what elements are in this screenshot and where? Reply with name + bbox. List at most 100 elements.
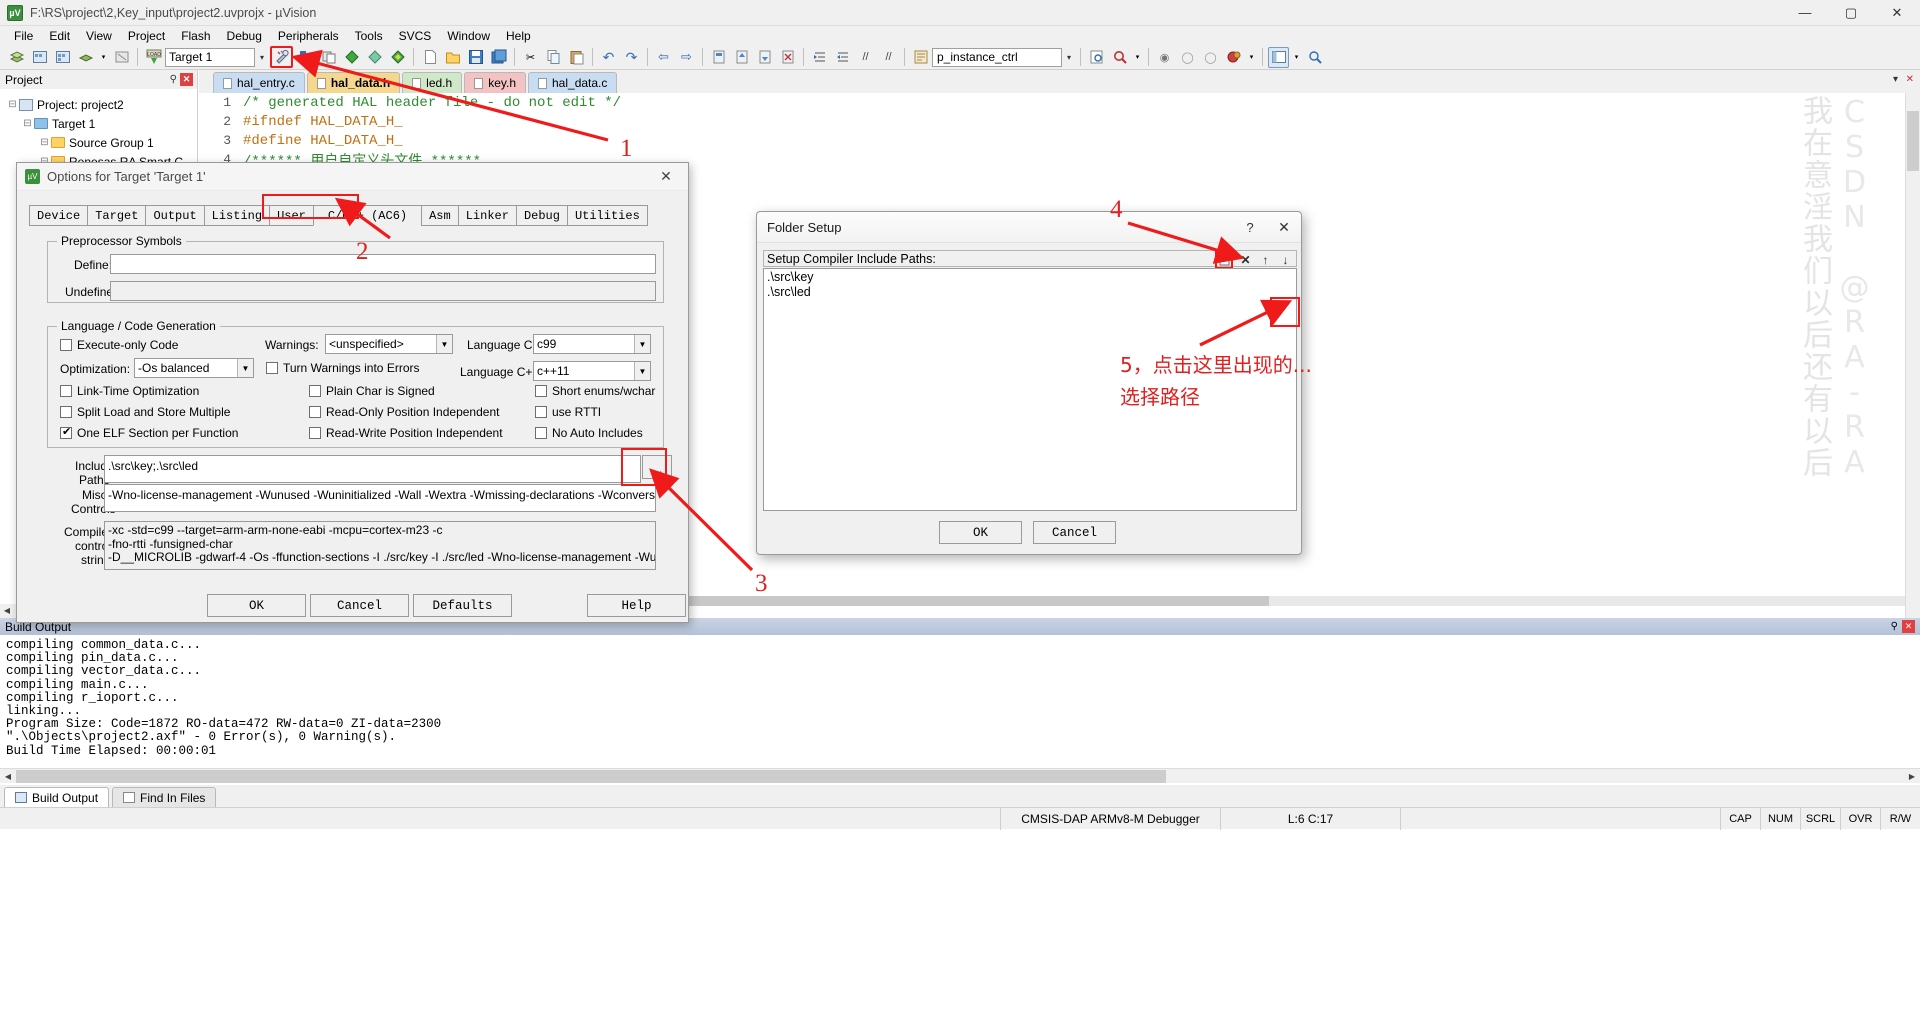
define-input[interactable] [110, 254, 656, 274]
download-icon[interactable]: LOAD [143, 47, 164, 68]
tab-utilities[interactable]: Utilities [566, 205, 648, 226]
bp-kill-all-icon[interactable]: ◯ [1200, 47, 1221, 68]
menu-item-edit[interactable]: Edit [41, 27, 78, 45]
checkbox-read-write-position-independent[interactable] [309, 427, 321, 439]
bookmark-toggle-icon[interactable] [708, 47, 729, 68]
menu-item-debug[interactable]: Debug [219, 27, 270, 45]
checkbox-use-rtti[interactable] [535, 406, 547, 418]
editor-vertical-scrollbar[interactable] [1905, 93, 1920, 618]
target-combo[interactable]: Target 1 [165, 47, 255, 67]
editor-tab-hal-data-h[interactable]: hal_data.h [306, 72, 401, 93]
warnings-select[interactable]: <unspecified> ▼ [325, 334, 453, 354]
bookmark-clear-icon[interactable] [777, 47, 798, 68]
multi-diamond-icon[interactable] [387, 47, 408, 68]
language-cpp-select[interactable]: c++11 ▼ [533, 361, 651, 381]
menu-item-window[interactable]: Window [439, 27, 498, 45]
redo-icon[interactable]: ↷ [621, 47, 642, 68]
tree-expander[interactable]: ⊟ [6, 99, 19, 110]
build-output-scrollbar[interactable]: ◀ ▶ [0, 768, 1920, 783]
tree-expander[interactable]: ⊟ [21, 118, 34, 129]
options-for-target-icon[interactable] [270, 46, 293, 68]
editor-tab-key-h[interactable]: key.h [464, 72, 526, 93]
move-down-icon[interactable]: ↓ [1278, 252, 1293, 268]
chevron-down-icon[interactable]: ▼ [634, 335, 650, 353]
checkbox-plain-char-is-signed[interactable] [309, 385, 321, 397]
instance-combo-arrow[interactable]: ▾ [1062, 48, 1076, 67]
find-options-icon[interactable]: ▾ [1132, 47, 1143, 68]
green-diamond-icon[interactable] [341, 47, 362, 68]
tab-device[interactable]: Device [29, 205, 89, 226]
misc-controls-input[interactable]: -Wno-license-management -Wunused -Wunini… [104, 484, 656, 512]
folder-setup-ok-button[interactable]: OK [939, 521, 1022, 544]
new-file-icon[interactable] [419, 47, 440, 68]
list-item[interactable]: .\src\key [767, 270, 1296, 285]
tab-listing[interactable]: Listing [203, 205, 271, 226]
optimization-select[interactable]: -Os balanced ▼ [134, 358, 254, 378]
checkbox-short-enums-wchar[interactable] [535, 385, 547, 397]
options-help-button[interactable]: Help [587, 594, 686, 617]
help-icon[interactable]: ? [1233, 220, 1267, 235]
project-panel-close-button[interactable]: ✕ [180, 73, 193, 86]
bp-disable-icon[interactable]: ◯ [1177, 47, 1198, 68]
configuration-wizard-icon[interactable] [1304, 47, 1325, 68]
checkbox-no-auto-includes[interactable] [535, 427, 547, 439]
build-icon[interactable] [6, 47, 27, 68]
insert-bookmark-icon[interactable]: ◉ [1154, 47, 1175, 68]
batch-build-icon[interactable] [52, 47, 73, 68]
menu-item-view[interactable]: View [78, 27, 120, 45]
target-combo-arrow[interactable]: ▾ [255, 48, 269, 67]
navigate-forward-icon[interactable]: ⇨ [676, 47, 697, 68]
checkbox-read-only-position-independent[interactable] [309, 406, 321, 418]
options-ok-button[interactable]: OK [207, 594, 306, 617]
window-layout-options-icon[interactable]: ▾ [1291, 47, 1302, 68]
maximize-button[interactable]: ▢ [1828, 0, 1874, 26]
stop-build-icon[interactable] [111, 47, 132, 68]
tree-expander[interactable]: ⊟ [38, 137, 51, 148]
folder-setup-path-list[interactable]: .\src\key .\src\led [763, 268, 1297, 511]
pin-icon[interactable]: ⚲ [170, 74, 177, 85]
find-in-files-icon[interactable] [1086, 47, 1107, 68]
chevron-down-icon[interactable]: ▼ [634, 362, 650, 380]
outdent-icon[interactable] [832, 47, 853, 68]
options-defaults-button[interactable]: Defaults [413, 594, 512, 617]
tab-build-output[interactable]: Build Output [4, 787, 110, 807]
delete-path-icon[interactable]: ✕ [1238, 252, 1253, 268]
checkbox-execute-only-code[interactable] [60, 339, 72, 351]
new-path-icon[interactable] [1215, 250, 1233, 269]
editor-tab-led-h[interactable]: led.h [402, 72, 463, 93]
colorize-options-icon[interactable]: ▾ [1246, 47, 1257, 68]
manage-runtime-environment-icon[interactable] [295, 47, 316, 68]
chevron-down-icon[interactable]: ▼ [436, 335, 452, 353]
manage-project-items-icon[interactable] [318, 47, 339, 68]
menu-item-flash[interactable]: Flash [173, 27, 218, 45]
bookmark-next-icon[interactable] [754, 47, 775, 68]
tab-linker[interactable]: Linker [457, 205, 517, 226]
find-icon[interactable] [1109, 47, 1130, 68]
tab-find-in-files[interactable]: Find In Files [112, 787, 217, 807]
folder-setup-close-button[interactable]: ✕ [1267, 219, 1301, 236]
window-layout-icon[interactable] [1268, 46, 1289, 68]
tab-debug[interactable]: Debug [515, 205, 568, 226]
scroll-left-arrow[interactable]: ◀ [0, 604, 14, 618]
build-dropdown-icon[interactable]: ▾ [98, 47, 109, 68]
tree-item-target[interactable]: ⊟ Target 1 [4, 114, 197, 133]
menu-item-project[interactable]: Project [120, 27, 173, 45]
undefine-input[interactable] [110, 281, 656, 301]
teal-diamond-icon[interactable] [364, 47, 385, 68]
tree-item-project[interactable]: ⊟ Project: project2 [4, 95, 197, 114]
menu-item-file[interactable]: File [6, 27, 41, 45]
move-up-icon[interactable]: ↑ [1258, 252, 1273, 268]
tab-output[interactable]: Output [145, 205, 205, 226]
editor-close-icon[interactable]: ✕ [1906, 74, 1914, 85]
open-file-icon[interactable] [442, 47, 463, 68]
menu-item-help[interactable]: Help [498, 27, 539, 45]
scrollbar-thumb[interactable] [1907, 111, 1919, 171]
copy-icon[interactable] [543, 47, 564, 68]
options-dialog-close-button[interactable]: ✕ [644, 168, 688, 185]
close-button[interactable]: ✕ [1874, 0, 1920, 26]
checkbox-one-elf-section-per-function[interactable] [60, 425, 72, 439]
scroll-right-arrow[interactable]: ▶ [1904, 772, 1920, 781]
pin-icon[interactable]: ⚲ [1891, 621, 1898, 632]
uncomment-icon[interactable]: // [878, 47, 899, 68]
editor-tab-hal-entry-c[interactable]: hal_entry.c [213, 72, 305, 93]
